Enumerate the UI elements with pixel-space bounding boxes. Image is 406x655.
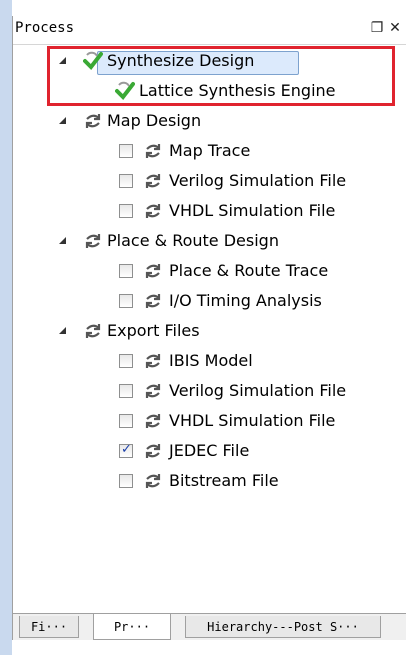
collapse-arrow-icon[interactable]: [59, 327, 66, 334]
refresh-arrows-icon: [145, 174, 161, 188]
refresh-arrows-icon: [145, 264, 161, 278]
export-verilog-checkbox[interactable]: [119, 384, 133, 398]
tree-item-label: Map Trace: [169, 141, 251, 160]
refresh-arrows-icon: [145, 384, 161, 398]
tree-item-jedec-file[interactable]: ✓ JEDEC File: [13, 438, 406, 464]
tree-item-place-route-design[interactable]: Place & Route Design: [13, 228, 406, 254]
tree-item-label: Export Files: [107, 321, 200, 340]
tree-item-io-timing-analysis[interactable]: I/O Timing Analysis: [13, 288, 406, 314]
tree-item-bitstream-file[interactable]: Bitstream File: [13, 468, 406, 494]
red-annotation-box: [47, 46, 395, 106]
left-window-border: [0, 0, 12, 655]
refresh-arrows-icon: [145, 204, 161, 218]
collapse-arrow-icon[interactable]: [59, 237, 66, 244]
io-timing-checkbox[interactable]: [119, 294, 133, 308]
panel-tab-bar: Fi··· Pr··· Hierarchy---Post S···: [13, 613, 406, 640]
refresh-arrows-icon: [145, 414, 161, 428]
refresh-arrows-icon: [145, 144, 161, 158]
refresh-arrows-icon: [145, 294, 161, 308]
par-trace-checkbox[interactable]: [119, 264, 133, 278]
jedec-checkbox[interactable]: ✓: [119, 442, 133, 458]
refresh-arrows-icon: [85, 234, 101, 248]
tree-item-label: Verilog Simulation File: [169, 171, 347, 190]
tab-process[interactable]: Pr···: [93, 614, 171, 640]
tab-hierarchy-post-synthesis[interactable]: Hierarchy---Post S···: [185, 616, 381, 638]
process-panel: Process ❐ ✕ Synthesize Design Lattice Sy…: [12, 16, 406, 640]
refresh-arrows-icon: [85, 324, 101, 338]
restore-icon[interactable]: ❐: [369, 19, 385, 37]
tree-item-label: Bitstream File: [169, 471, 279, 490]
refresh-arrows-icon: [145, 354, 161, 368]
close-icon[interactable]: ✕: [387, 19, 403, 37]
panel-title-bar: Process ❐ ✕: [13, 16, 406, 45]
tab-files[interactable]: Fi···: [19, 616, 79, 638]
refresh-arrows-icon: [85, 114, 101, 128]
map-vhdl-checkbox[interactable]: [119, 204, 133, 218]
tree-item-label: IBIS Model: [169, 351, 253, 370]
tree-item-label: Verilog Simulation File: [169, 381, 347, 400]
tree-item-label: JEDEC File: [169, 441, 250, 460]
tree-item-label: Place & Route Design: [107, 231, 279, 250]
refresh-arrows-icon: [145, 474, 161, 488]
tree-item-export-verilog-simulation-file[interactable]: Verilog Simulation File: [13, 378, 406, 404]
refresh-arrows-icon: [145, 444, 161, 458]
tree-item-map-trace[interactable]: Map Trace: [13, 138, 406, 164]
tree-item-label: VHDL Simulation File: [169, 411, 336, 430]
collapse-arrow-icon[interactable]: [59, 117, 66, 124]
tree-item-export-files[interactable]: Export Files: [13, 318, 406, 344]
tree-item-export-vhdl-simulation-file[interactable]: VHDL Simulation File: [13, 408, 406, 434]
tree-item-label: Map Design: [107, 111, 202, 130]
process-tree: Synthesize Design Lattice Synthesis Engi…: [13, 44, 406, 614]
tree-item-label: Place & Route Trace: [169, 261, 329, 280]
tree-item-map-design[interactable]: Map Design: [13, 108, 406, 134]
map-trace-checkbox[interactable]: [119, 144, 133, 158]
export-vhdl-checkbox[interactable]: [119, 414, 133, 428]
bitstream-checkbox[interactable]: [119, 474, 133, 488]
tree-item-place-route-trace[interactable]: Place & Route Trace: [13, 258, 406, 284]
panel-title: Process: [15, 20, 75, 36]
tree-item-ibis-model[interactable]: IBIS Model: [13, 348, 406, 374]
tree-item-map-vhdl-simulation-file[interactable]: VHDL Simulation File: [13, 198, 406, 224]
tree-item-map-verilog-simulation-file[interactable]: Verilog Simulation File: [13, 168, 406, 194]
tree-item-label: I/O Timing Analysis: [169, 291, 322, 310]
checkmark-icon: ✓: [121, 442, 132, 457]
map-verilog-checkbox[interactable]: [119, 174, 133, 188]
ibis-checkbox[interactable]: [119, 354, 133, 368]
tree-item-label: VHDL Simulation File: [169, 201, 336, 220]
